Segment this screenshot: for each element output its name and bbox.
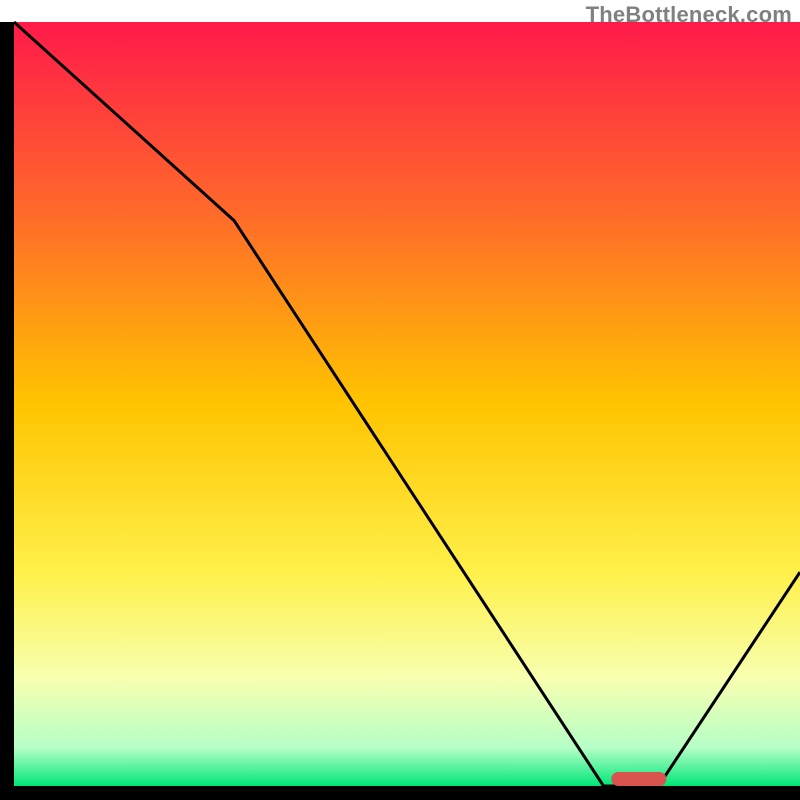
- x-axis: [0, 786, 800, 800]
- plot-area-gradient: [14, 22, 800, 786]
- bottleneck-chart: TheBottleneck.com: [0, 0, 800, 800]
- y-axis: [0, 22, 14, 800]
- watermark-text: TheBottleneck.com: [586, 2, 792, 28]
- chart-svg: [0, 0, 800, 800]
- optimum-marker: [611, 772, 666, 786]
